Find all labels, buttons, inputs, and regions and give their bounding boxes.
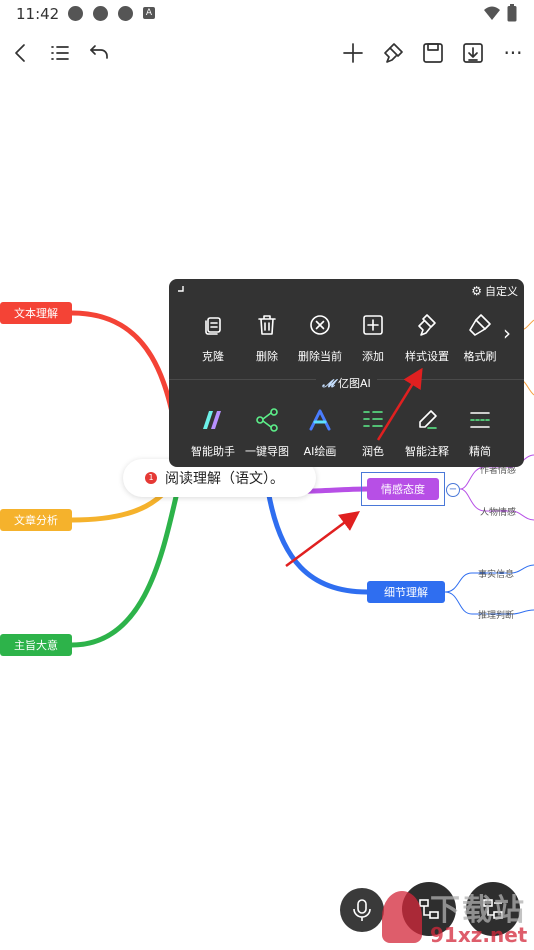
watermark: 下载站 91xz.net: [382, 883, 532, 949]
arrow-to-emotion-node: [285, 511, 361, 568]
arrow-to-style-settings: [376, 367, 423, 441]
annotation-arrows: [285, 367, 423, 568]
voice-button[interactable]: [340, 888, 384, 932]
microphone-icon: [353, 899, 371, 921]
watermark-url: 91xz.net: [430, 923, 528, 947]
watermark-logo: [382, 891, 422, 943]
